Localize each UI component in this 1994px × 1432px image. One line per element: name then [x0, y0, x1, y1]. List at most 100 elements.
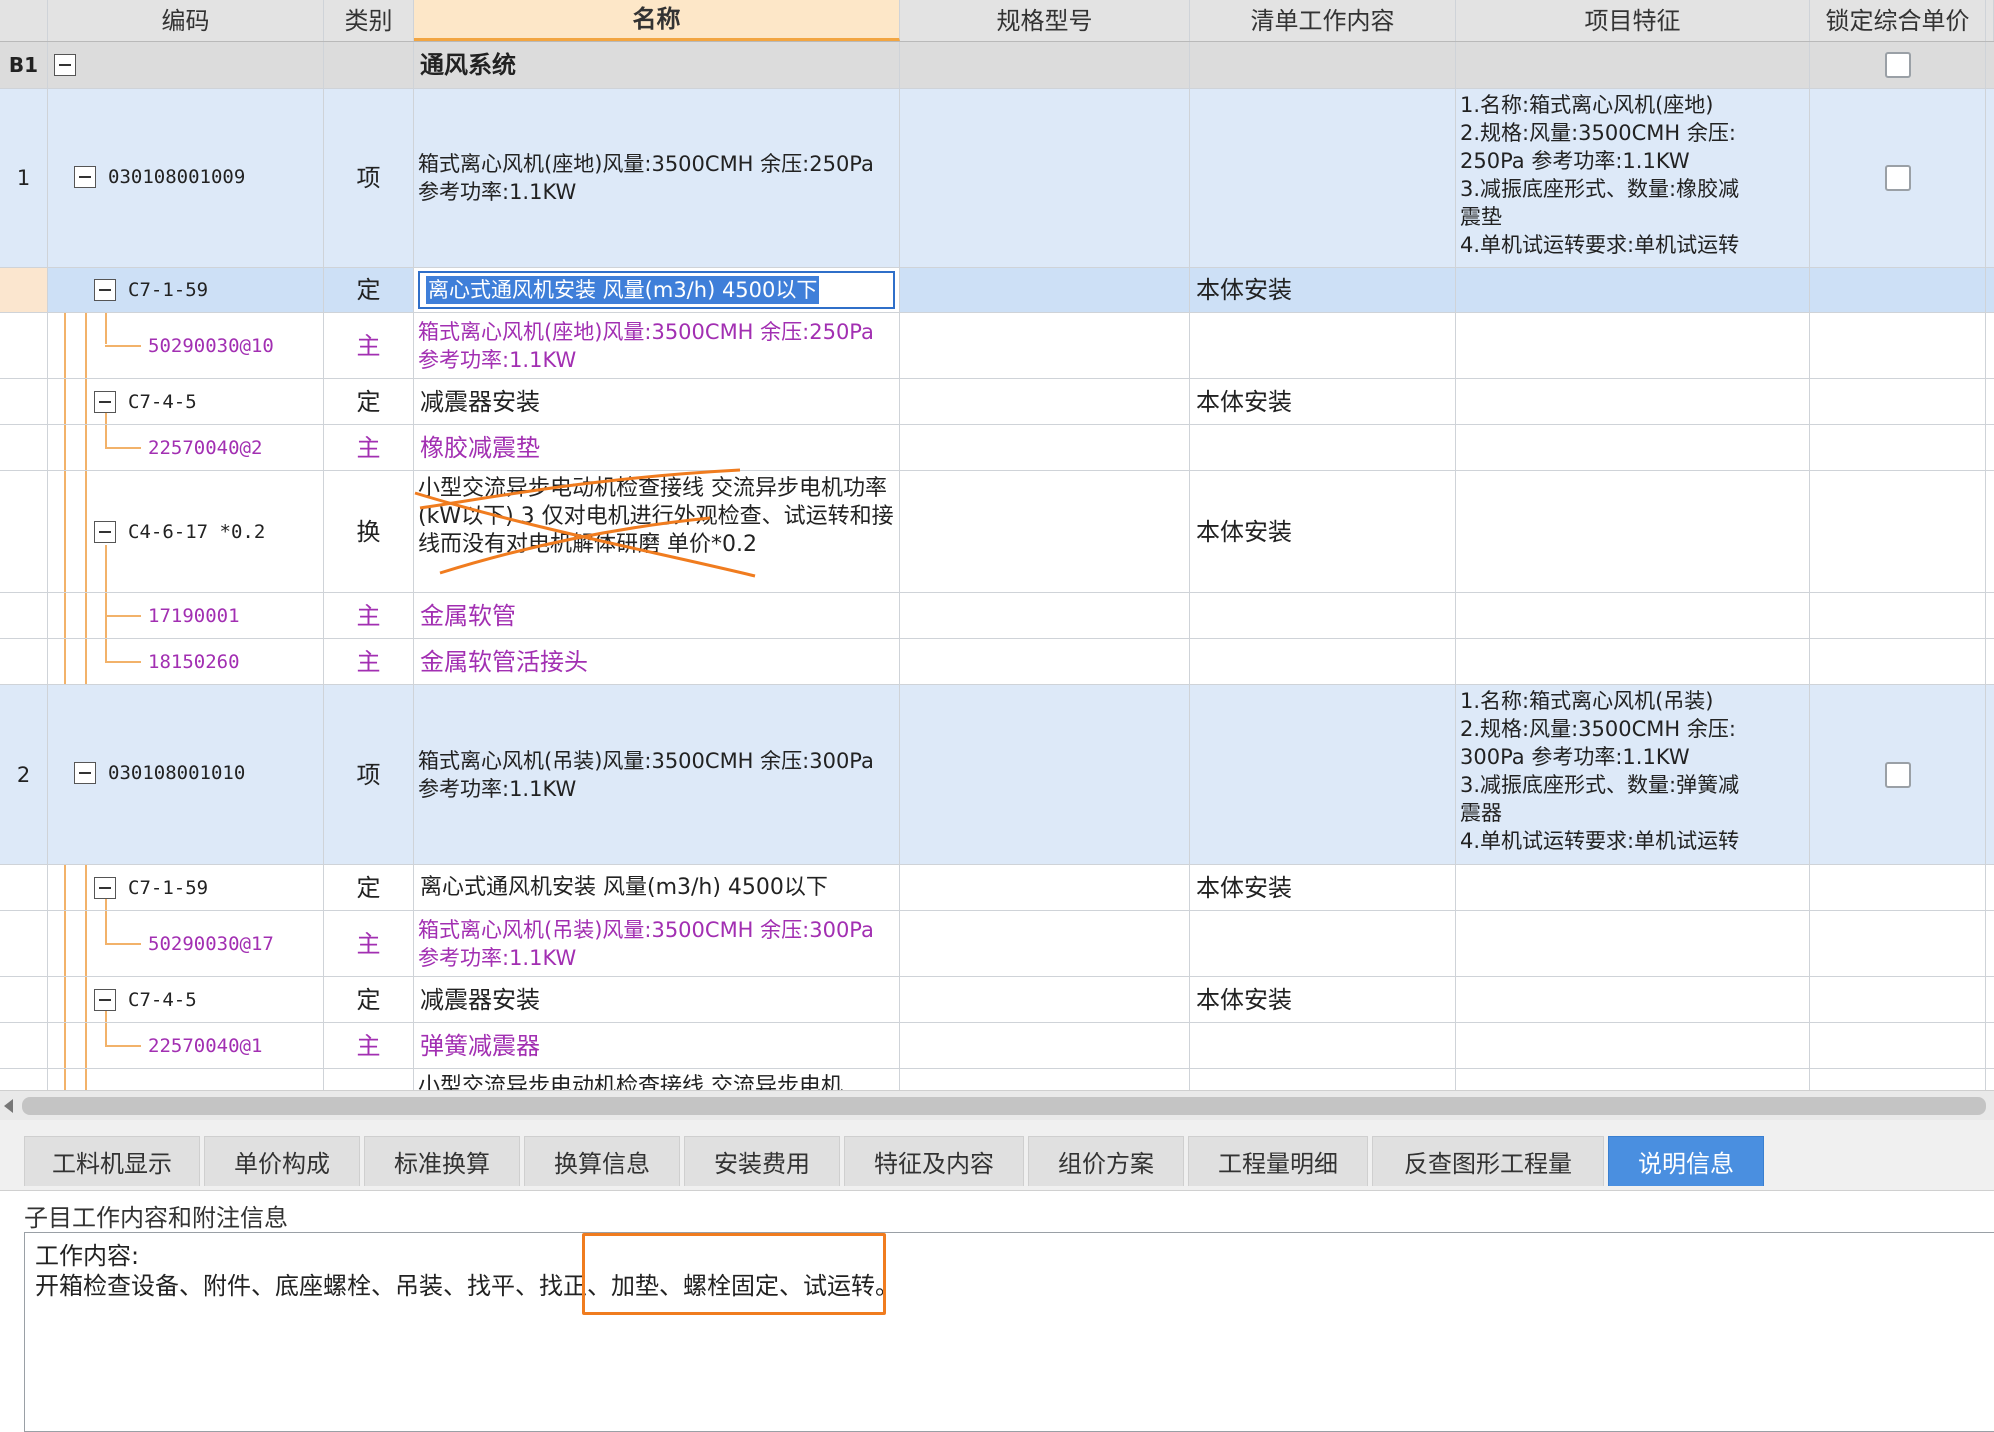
code-cell[interactable]: C4-6-17 *0.2 — [48, 471, 324, 592]
feature-cell[interactable] — [1456, 593, 1810, 638]
type-cell[interactable]: 项 — [324, 685, 414, 864]
type-cell[interactable]: 定 — [324, 977, 414, 1022]
feature-cell[interactable] — [1456, 425, 1810, 470]
feature-cell[interactable] — [1456, 1069, 1810, 1090]
tab-features-content[interactable]: 特征及内容 — [844, 1136, 1024, 1186]
table-row[interactable]: 1 030108001009 项 箱式离心风机(座地)风量:3500CMH 余压… — [0, 89, 1994, 268]
table-row[interactable]: 小型交流异步电动机检查接线 交流异步电机 — [0, 1069, 1994, 1090]
table-row[interactable]: C7-4-5 定 减震器安装 本体安装 — [0, 379, 1994, 425]
collapse-icon[interactable] — [94, 989, 116, 1011]
feature-cell[interactable] — [1456, 379, 1810, 424]
tab-standard-conversion[interactable]: 标准换算 — [364, 1136, 520, 1186]
name-cell[interactable]: 小型交流异步电动机检查接线 交流异步电机功率(kW以下) 3 仅对电机进行外观检… — [414, 471, 900, 592]
work-cell[interactable] — [1190, 89, 1456, 267]
tab-quantity-detail[interactable]: 工程量明细 — [1188, 1136, 1368, 1186]
code-cell[interactable]: 50290030@17 — [48, 911, 324, 976]
spec-cell[interactable] — [900, 593, 1190, 638]
tab-reverse-graphic-quantity[interactable]: 反查图形工程量 — [1372, 1136, 1604, 1186]
code-cell[interactable]: 22570040@1 — [48, 1023, 324, 1068]
type-cell[interactable]: 定 — [324, 268, 414, 312]
name-edit-input[interactable]: 离心式通风机安装 风量(m3/h) 4500以下 — [418, 271, 895, 309]
table-row[interactable]: 18150260 主 金属软管活接头 — [0, 639, 1994, 685]
horizontal-scrollbar[interactable] — [0, 1090, 1994, 1121]
work-cell[interactable]: 本体安装 — [1190, 977, 1456, 1022]
feature-cell[interactable] — [1456, 639, 1810, 684]
name-cell[interactable]: 离心式通风机安装 风量(m3/h) 4500以下 — [414, 865, 900, 910]
lock-price-checkbox[interactable] — [1884, 761, 1911, 788]
lock-price-checkbox[interactable] — [1884, 52, 1911, 78]
type-cell[interactable]: 换 — [324, 471, 414, 592]
work-cell[interactable] — [1190, 685, 1456, 864]
work-cell[interactable]: 本体安装 — [1190, 268, 1456, 312]
type-cell[interactable]: 项 — [324, 89, 414, 267]
work-content-textarea[interactable]: 工作内容: 开箱检查设备、附件、底座螺栓、吊装、找平、找正、加垫、螺栓固定、试运… — [24, 1232, 1994, 1432]
work-cell[interactable]: 本体安装 — [1190, 471, 1456, 592]
col-code-header[interactable]: 编码 — [48, 0, 324, 41]
code-cell[interactable]: 17190001 — [48, 593, 324, 638]
col-type-header[interactable]: 类别 — [324, 0, 414, 41]
feature-cell[interactable] — [1456, 313, 1810, 378]
code-cell[interactable]: C7-1-59 — [48, 268, 324, 312]
spec-cell[interactable] — [900, 685, 1190, 864]
name-cell[interactable]: 金属软管 — [414, 593, 900, 638]
name-cell[interactable]: 减震器安装 — [414, 977, 900, 1022]
name-cell[interactable]: 橡胶减震垫 — [414, 425, 900, 470]
type-cell[interactable]: 主 — [324, 313, 414, 378]
work-cell[interactable]: 本体安装 — [1190, 379, 1456, 424]
tab-pricing-scheme[interactable]: 组价方案 — [1028, 1136, 1184, 1186]
feature-cell[interactable] — [1456, 1023, 1810, 1068]
name-cell[interactable]: 箱式离心风机(吊装)风量:3500CMH 余压:300Pa 参考功率:1.1KW — [414, 685, 900, 864]
table-row[interactable]: 50290030@10 主 箱式离心风机(座地)风量:3500CMH 余压:25… — [0, 313, 1994, 379]
name-cell[interactable]: 箱式离心风机(座地)风量:3500CMH 余压:250Pa 参考功率:1.1KW — [414, 313, 900, 378]
type-cell[interactable]: 主 — [324, 593, 414, 638]
table-row[interactable]: C7-4-5 定 减震器安装 本体安装 — [0, 977, 1994, 1023]
collapse-icon[interactable] — [94, 279, 116, 301]
table-row[interactable]: C7-1-59 定 离心式通风机安装 风量(m3/h) 4500以下 本体安装 — [0, 865, 1994, 911]
lock-price-checkbox[interactable] — [1884, 165, 1911, 191]
code-cell[interactable]: C7-4-5 — [48, 379, 324, 424]
name-cell-editing[interactable]: 离心式通风机安装 风量(m3/h) 4500以下 — [414, 268, 900, 312]
feature-cell[interactable] — [1456, 471, 1810, 592]
collapse-icon[interactable] — [74, 762, 96, 784]
type-cell[interactable]: 定 — [324, 865, 414, 910]
tab-conversion-info[interactable]: 换算信息 — [524, 1136, 680, 1186]
spec-cell[interactable] — [900, 1023, 1190, 1068]
spec-cell[interactable] — [900, 865, 1190, 910]
spec-cell[interactable] — [900, 379, 1190, 424]
feature-cell[interactable]: 1.名称:箱式离心风机(座地) 2.规格:风量:3500CMH 余压: 250P… — [1456, 89, 1810, 267]
work-cell[interactable] — [1190, 425, 1456, 470]
type-cell[interactable]: 主 — [324, 911, 414, 976]
table-row[interactable]: 22570040@1 主 弹簧减震器 — [0, 1023, 1994, 1069]
table-row[interactable]: 17190001 主 金属软管 — [0, 593, 1994, 639]
col-work-header[interactable]: 清单工作内容 — [1190, 0, 1456, 41]
collapse-icon[interactable] — [74, 166, 96, 188]
feature-cell[interactable] — [1456, 268, 1810, 312]
code-cell[interactable] — [48, 1069, 324, 1090]
col-feature-header[interactable]: 项目特征 — [1456, 0, 1810, 41]
work-cell[interactable] — [1190, 639, 1456, 684]
work-cell[interactable] — [1190, 313, 1456, 378]
collapse-icon[interactable] — [94, 877, 116, 899]
spec-cell[interactable] — [900, 313, 1190, 378]
tab-description-info[interactable]: 说明信息 — [1608, 1136, 1764, 1186]
code-cell[interactable]: 22570040@2 — [48, 425, 324, 470]
group-row[interactable]: B1 通风系统 — [0, 42, 1994, 89]
code-cell[interactable]: 50290030@10 — [48, 313, 324, 378]
spec-cell[interactable] — [900, 1069, 1190, 1090]
name-cell[interactable]: 箱式离心风机(座地)风量:3500CMH 余压:250Pa 参考功率:1.1KW — [414, 89, 900, 267]
scrollbar-thumb[interactable] — [22, 1097, 1986, 1115]
table-row-selected[interactable]: C7-1-59 定 离心式通风机安装 风量(m3/h) 4500以下 本体安装 — [0, 268, 1994, 313]
spec-cell[interactable] — [900, 89, 1190, 267]
type-cell[interactable]: 定 — [324, 379, 414, 424]
work-cell[interactable]: 本体安装 — [1190, 865, 1456, 910]
name-cell[interactable]: 箱式离心风机(吊装)风量:3500CMH 余压:300Pa 参考功率:1.1KW — [414, 911, 900, 976]
type-cell[interactable]: 主 — [324, 1023, 414, 1068]
spec-cell[interactable] — [900, 425, 1190, 470]
code-cell[interactable]: 030108001009 — [48, 89, 324, 267]
type-cell[interactable]: 主 — [324, 639, 414, 684]
table-row[interactable]: 2 030108001010 项 箱式离心风机(吊装)风量:3500CMH 余压… — [0, 685, 1994, 865]
collapse-icon[interactable] — [94, 521, 116, 543]
name-cell[interactable]: 金属软管活接头 — [414, 639, 900, 684]
code-cell[interactable]: C7-4-5 — [48, 977, 324, 1022]
feature-cell[interactable] — [1456, 977, 1810, 1022]
